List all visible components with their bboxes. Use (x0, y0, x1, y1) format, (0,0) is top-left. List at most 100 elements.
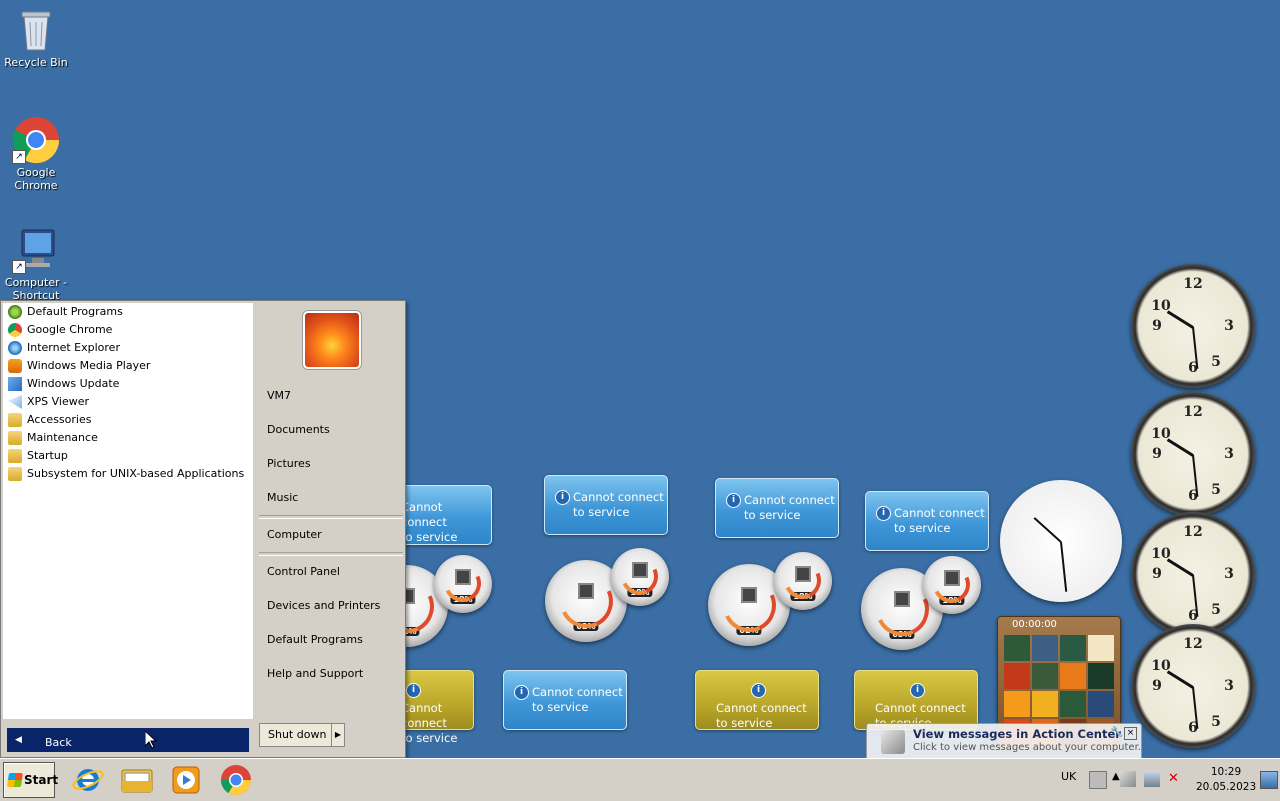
computer-link[interactable]: Computer (267, 528, 322, 541)
all-programs-list: Default Programs Google Chrome Internet … (3, 303, 253, 719)
weather-gadget[interactable]: i Cannot connectto service (503, 670, 627, 730)
weather-gadget-map[interactable]: i Cannot connectto service (854, 670, 978, 730)
start-button[interactable]: Start (3, 762, 58, 798)
memory-icon (944, 570, 960, 587)
clock-numeral: 9 (1152, 446, 1162, 462)
program-item-windows-media-player[interactable]: Windows Media Player (3, 357, 253, 375)
weather-gadget[interactable]: i Cannot connectto service (544, 475, 668, 535)
puzzle-tile[interactable] (1088, 663, 1114, 689)
shutdown-button[interactable]: Shut down ▶ (259, 723, 345, 747)
puzzle-tile[interactable] (1060, 691, 1086, 717)
control-panel-link[interactable]: Control Panel (267, 565, 340, 578)
info-icon: i (514, 685, 529, 700)
program-label: Internet Explorer (27, 341, 120, 354)
cpu-meter-gadget[interactable]: 02% 18% (708, 552, 834, 652)
clock-gadget[interactable]: 12 3 6 9 10 5 (1131, 624, 1255, 748)
volume-muted-icon[interactable]: ✕ (1168, 771, 1184, 787)
program-item-startup[interactable]: Startup (3, 447, 253, 465)
puzzle-tile[interactable] (1032, 691, 1058, 717)
taskbar-chrome[interactable] (218, 763, 254, 797)
puzzle-tile[interactable] (1032, 635, 1058, 661)
default-programs-link[interactable]: Default Programs (267, 633, 363, 646)
chrome-icon (8, 323, 22, 337)
settings-wrench-icon[interactable]: 🔧 (1111, 727, 1123, 738)
action-center-notification[interactable]: View messages in Action Center Click to … (866, 723, 1142, 763)
cpu-meter-gadget[interactable]: 02% 18% (545, 548, 671, 648)
program-item-internet-explorer[interactable]: Internet Explorer (3, 339, 253, 357)
weather-gadget[interactable]: i Cannot connectto service (865, 491, 989, 551)
taskbar-internet-explorer[interactable] (70, 763, 106, 797)
info-icon: i (726, 493, 741, 508)
weather-message: Cannot connectto service (716, 701, 807, 731)
clock-gadget[interactable]: 12 3 6 9 10 5 (1131, 512, 1255, 636)
ie-icon (8, 341, 22, 355)
chip-icon (741, 587, 757, 604)
mouse-cursor-icon (145, 731, 157, 749)
taskbar-clock[interactable]: 10:29 20.05.2023 (1196, 765, 1256, 795)
language-indicator[interactable]: UK (1061, 770, 1076, 783)
help-and-support-link[interactable]: Help and Support (267, 667, 363, 680)
memory-value: 18% (939, 596, 965, 605)
puzzle-tile[interactable] (1088, 635, 1114, 661)
program-item-subsystem-unix[interactable]: Subsystem for UNIX-based Applications (3, 465, 253, 483)
program-item-google-chrome[interactable]: Google Chrome (3, 321, 253, 339)
puzzle-tile[interactable] (1060, 635, 1086, 661)
shutdown-options-arrow[interactable]: ▶ (331, 724, 344, 746)
taskbar-media-player[interactable] (168, 763, 204, 797)
weather-message: Cannot connectto service (401, 500, 491, 545)
chip-icon (578, 583, 594, 600)
chrome-icon (221, 765, 251, 796)
weather-gadget[interactable]: i Cannot connectto service (715, 478, 839, 538)
clock-time: 10:29 (1210, 766, 1242, 778)
devices-and-printers-link[interactable]: Devices and Printers (267, 599, 380, 612)
user-folder-link[interactable]: VM7 (267, 389, 291, 402)
network-icon[interactable] (1144, 771, 1160, 787)
windows-update-icon (8, 377, 22, 391)
show-desktop-icon[interactable] (1260, 771, 1278, 789)
puzzle-tile[interactable] (1060, 663, 1086, 689)
puzzle-tile[interactable] (1004, 663, 1030, 689)
weather-gadget-map[interactable]: i Cannot connectto service (695, 670, 819, 730)
action-center-icon[interactable] (1120, 771, 1136, 787)
program-label: XPS Viewer (27, 395, 90, 408)
puzzle-tile[interactable] (1088, 691, 1114, 717)
puzzle-tile[interactable] (1004, 635, 1030, 661)
pictures-link[interactable]: Pictures (267, 457, 311, 470)
weather-line1: Cannot connect (894, 506, 985, 520)
back-button[interactable]: ◀ Back (7, 728, 249, 752)
weather-message: Cannot connectto service (894, 506, 985, 536)
puzzle-tile[interactable] (1032, 663, 1058, 689)
memory-dial: 18% (923, 556, 981, 614)
close-icon[interactable]: × (1124, 727, 1137, 740)
notification-title: View messages in Action Center (913, 727, 1121, 741)
music-link[interactable]: Music (267, 491, 298, 504)
weather-line2: to service (401, 731, 458, 745)
memory-icon (632, 562, 648, 579)
clock-gadget[interactable]: 12 3 6 9 10 5 (1131, 264, 1255, 388)
weather-message: Cannot connectto service (532, 685, 623, 715)
back-label: Back (45, 736, 72, 749)
desktop-icon-recycle-bin[interactable]: Recycle Bin (1, 6, 71, 69)
memory-value: 18% (450, 595, 476, 604)
user-avatar[interactable] (303, 311, 361, 369)
desktop-icon-computer-shortcut[interactable]: ↗ Computer - Shortcut (1, 226, 71, 302)
keyboard-icon[interactable] (1089, 771, 1107, 789)
program-item-windows-update[interactable]: Windows Update (3, 375, 253, 393)
explorer-icon (121, 769, 153, 793)
chip-icon (894, 591, 910, 608)
memory-dial: 18% (611, 548, 669, 606)
desktop-icon-google-chrome[interactable]: ↗ Google Chrome (1, 116, 71, 192)
program-item-accessories[interactable]: Accessories (3, 411, 253, 429)
clock-gadget[interactable] (1000, 480, 1122, 602)
clock-gadget[interactable]: 12 3 6 9 10 5 (1131, 392, 1255, 516)
clock-numeral: 5 (1211, 602, 1221, 618)
cpu-meter-gadget[interactable]: 03% 18% (861, 556, 987, 656)
media-player-icon (172, 766, 200, 794)
program-item-maintenance[interactable]: Maintenance (3, 429, 253, 447)
program-item-default-programs[interactable]: Default Programs (3, 303, 253, 321)
program-label: Subsystem for UNIX-based Applications (27, 467, 245, 480)
documents-link[interactable]: Documents (267, 423, 330, 436)
puzzle-tile[interactable] (1004, 691, 1030, 717)
taskbar-explorer[interactable] (119, 763, 155, 797)
program-item-xps-viewer[interactable]: XPS Viewer (3, 393, 253, 411)
